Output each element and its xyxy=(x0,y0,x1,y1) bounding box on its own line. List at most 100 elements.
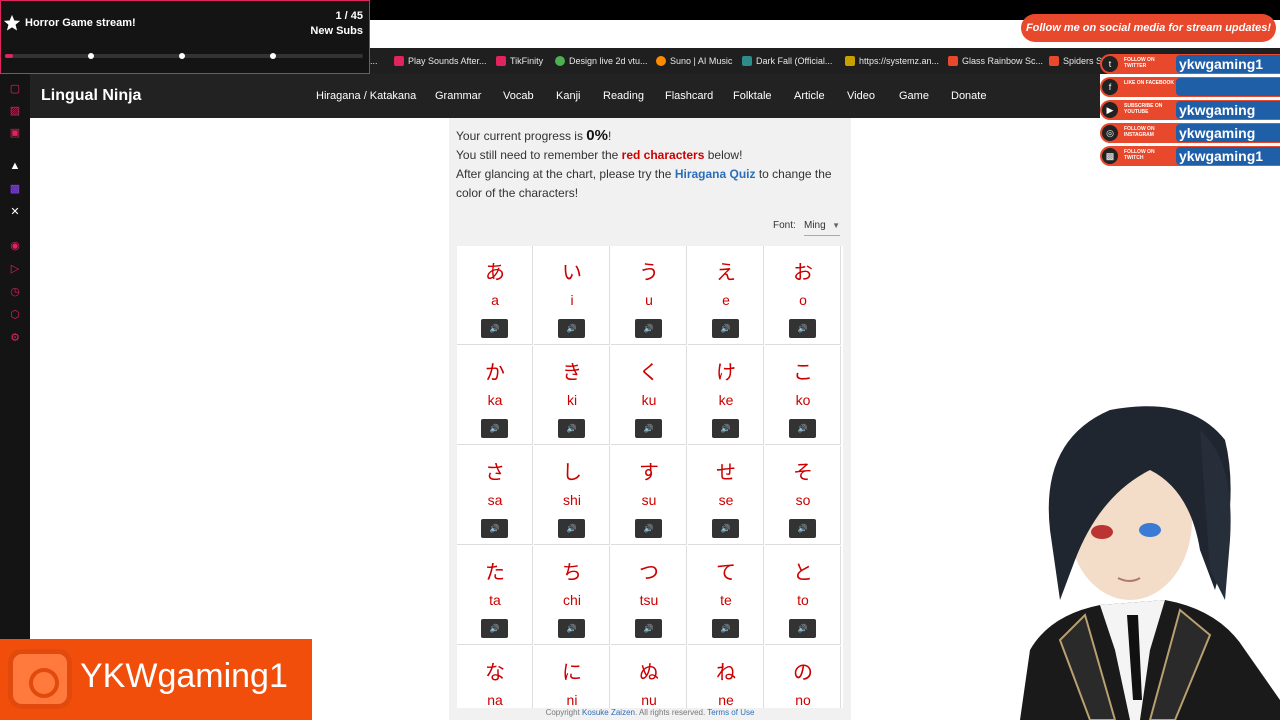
kana-romaji: ko xyxy=(795,392,811,408)
social-tag: FOLLOW ON TWITTER xyxy=(1124,57,1155,69)
play-sound-button[interactable]: 🔊 xyxy=(712,519,739,538)
kana-romaji: ne xyxy=(718,692,734,708)
social-handle: ykwgaming1 xyxy=(1176,55,1280,73)
sidebar-app-icon[interactable]: ▣ xyxy=(8,126,22,140)
play-sound-button[interactable]: 🔊 xyxy=(481,319,508,338)
x-icon[interactable]: ✕ xyxy=(8,205,22,219)
kana-character: ね xyxy=(716,660,736,684)
social-handle: ykwgaming1 xyxy=(1176,147,1280,165)
kana-character: か xyxy=(485,360,505,384)
nav-grammar[interactable]: Grammar xyxy=(435,74,481,118)
bookmark-item[interactable]: Dark Fall (Official... xyxy=(742,48,832,74)
nav-kanji[interactable]: Kanji xyxy=(556,74,580,118)
play-sound-button[interactable]: 🔊 xyxy=(712,319,739,338)
nav-video[interactable]: Video xyxy=(847,74,875,118)
play-sound-button[interactable]: 🔊 xyxy=(789,619,816,638)
nav-article[interactable]: Article xyxy=(794,74,825,118)
kana-romaji: su xyxy=(641,492,657,508)
play-sound-button[interactable]: 🔊 xyxy=(789,519,816,538)
bookmark-item[interactable]: Spiders S xyxy=(1049,48,1102,74)
kana-romaji: ka xyxy=(487,392,503,408)
site-navbar: Lingual Ninja Hiragana / Katakana Gramma… xyxy=(30,74,1100,118)
bookmark-item[interactable]: Suno | AI Music xyxy=(656,48,732,74)
social-account-row: ▶ SUBSCRIBE ON YOUTUBE ykwgaming xyxy=(1100,100,1280,120)
play-icon[interactable]: ◉ xyxy=(8,239,22,253)
clock-icon[interactable]: ◷ xyxy=(8,285,22,299)
nav-vocab[interactable]: Vocab xyxy=(503,74,534,118)
kana-cell: え e 🔊 xyxy=(688,246,764,345)
play-sound-button[interactable]: 🔊 xyxy=(712,619,739,638)
twitch-icon[interactable]: ▩ xyxy=(8,182,22,196)
play-sound-button[interactable]: 🔊 xyxy=(558,519,585,538)
play-sound-button[interactable]: 🔊 xyxy=(558,619,585,638)
play-sound-button[interactable]: 🔊 xyxy=(789,319,816,338)
nav-donate[interactable]: Donate xyxy=(951,74,986,118)
play-sound-button[interactable]: 🔊 xyxy=(558,419,585,438)
youtube-icon: ▶ xyxy=(1102,102,1118,118)
kana-character: の xyxy=(793,660,813,684)
play-sound-button[interactable]: 🔊 xyxy=(481,619,508,638)
sidebar-app-icon[interactable]: ▲ xyxy=(8,159,22,173)
font-select[interactable]: Ming ▼ xyxy=(804,217,840,236)
social-account-row: t FOLLOW ON TWITTER ykwgaming1 xyxy=(1100,54,1280,74)
bookmark-item[interactable]: Design live 2d vtu... xyxy=(555,48,648,74)
nav-folktale[interactable]: Folktale xyxy=(733,74,772,118)
play-sound-button[interactable]: 🔊 xyxy=(635,319,662,338)
hiragana-chart-panel: Your current progress is 0%! You still n… xyxy=(449,118,851,720)
quiz-line-2: color of the characters! xyxy=(456,186,579,200)
kana-character: に xyxy=(562,660,582,684)
puzzle-icon[interactable]: ⬡ xyxy=(8,308,22,322)
kana-cell: か ka 🔊 xyxy=(457,346,533,445)
kana-cell: け ke 🔊 xyxy=(688,346,764,445)
bookmark-item[interactable]: Glass Rainbow Sc... xyxy=(948,48,1043,74)
kana-cell: あ a 🔊 xyxy=(457,246,533,345)
site-logo[interactable]: Lingual Ninja xyxy=(41,74,141,118)
kana-romaji: ki xyxy=(566,392,578,408)
bookmark-item[interactable]: Play Sounds After... xyxy=(394,48,487,74)
hiragana-quiz-link[interactable]: Hiragana Quiz xyxy=(675,167,756,181)
kana-character: つ xyxy=(639,560,659,584)
terms-link[interactable]: Terms of Use xyxy=(707,708,754,717)
sidebar-app-icon[interactable]: ▨ xyxy=(8,104,22,118)
kana-romaji: ku xyxy=(641,392,657,408)
social-tag: FOLLOW ON INSTAGRAM xyxy=(1124,126,1155,138)
kana-cell: こ ko 🔊 xyxy=(765,346,841,445)
sidebar-app-icon[interactable]: ▢ xyxy=(8,82,22,96)
bookmark-item[interactable]: ... xyxy=(370,48,378,74)
triangle-play-icon[interactable]: ▷ xyxy=(8,262,22,276)
settings-icon[interactable]: ⚙ xyxy=(8,331,22,345)
play-sound-button[interactable]: 🔊 xyxy=(635,619,662,638)
social-banner: Follow me on social media for stream upd… xyxy=(1021,14,1276,42)
kana-cell: う u 🔊 xyxy=(611,246,687,345)
play-sound-button[interactable]: 🔊 xyxy=(712,419,739,438)
social-handle: ykwgaming xyxy=(1176,124,1280,142)
play-sound-button[interactable]: 🔊 xyxy=(481,419,508,438)
quiz-line: After glancing at the chart, please try … xyxy=(456,167,832,181)
bookmark-favicon-icon xyxy=(496,56,506,66)
stream-title: Horror Game stream! xyxy=(25,17,136,29)
kana-romaji: se xyxy=(718,492,734,508)
social-tag: SUBSCRIBE ON YOUTUBE xyxy=(1124,103,1163,115)
remember-line: You still need to remember the red chara… xyxy=(456,148,743,162)
bookmark-favicon-icon xyxy=(948,56,958,66)
nav-game[interactable]: Game xyxy=(899,74,929,118)
bookmark-item[interactable]: TikFinity xyxy=(496,48,543,74)
kana-romaji: ni xyxy=(566,692,578,708)
kana-romaji: e xyxy=(722,292,730,308)
browser-sidebar: ▢ ▨ ▣ ▲ ▩ ✕ ◉ ▷ ◷ ⬡ ⚙ xyxy=(0,74,30,640)
nav-reading[interactable]: Reading xyxy=(603,74,644,118)
kana-romaji: a xyxy=(491,292,499,308)
play-sound-button[interactable]: 🔊 xyxy=(635,519,662,538)
play-sound-button[interactable]: 🔊 xyxy=(789,419,816,438)
kana-character: く xyxy=(639,360,659,384)
kana-romaji: tsu xyxy=(639,592,659,608)
bookmark-item[interactable]: https://systemz.an... xyxy=(845,48,939,74)
nav-flashcard[interactable]: Flashcard xyxy=(665,74,713,118)
play-sound-button[interactable]: 🔊 xyxy=(481,519,508,538)
play-sound-button[interactable]: 🔊 xyxy=(558,319,585,338)
author-link[interactable]: Kosuke Zaizen xyxy=(582,708,635,717)
play-sound-button[interactable]: 🔊 xyxy=(635,419,662,438)
font-label: Font: xyxy=(773,220,796,231)
kana-cell: ち chi 🔊 xyxy=(534,546,610,645)
nav-hiragana-katakana[interactable]: Hiragana / Katakana xyxy=(316,74,416,118)
